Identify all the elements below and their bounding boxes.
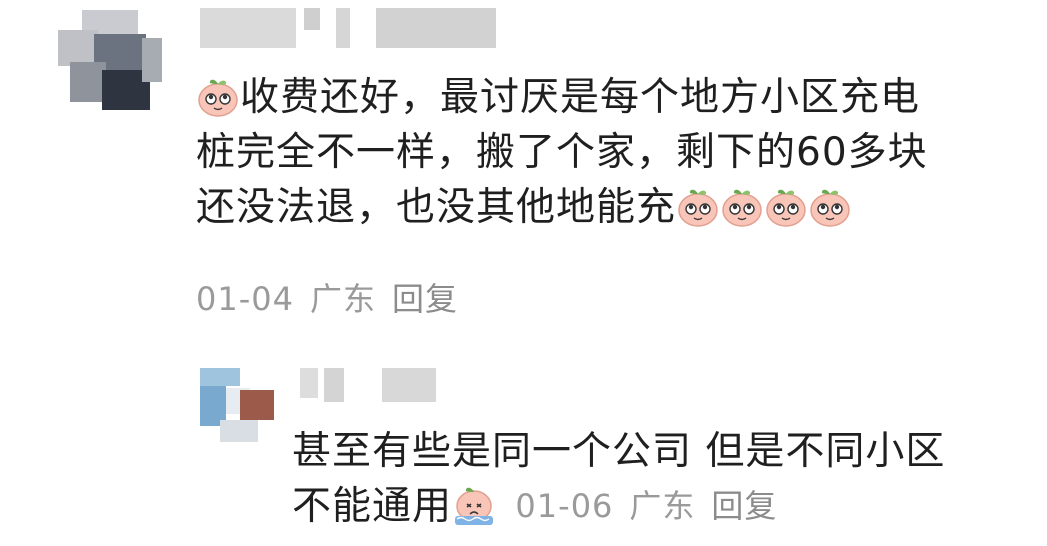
reply-date: 01-06 <box>515 487 614 525</box>
reply-location: 广东 <box>629 487 696 525</box>
peach-face-emoji <box>721 185 763 227</box>
reply-button[interactable]: 回复 <box>711 487 777 525</box>
reply-line-1: 甚至有些是同一个公司 但是不同小区 <box>292 429 946 474</box>
avatar-blur-block <box>70 62 106 102</box>
avatar-blur-block <box>220 420 258 442</box>
username-blurred[interactable] <box>300 368 440 402</box>
comment-line-3: 还没法退，也没其他地能充 <box>196 185 677 230</box>
reply-comment: 甚至有些是同一个公司 但是不同小区 不能通用 01-06 广东 回复 <box>0 340 1047 546</box>
avatar-blur-block <box>142 38 162 82</box>
reply-meta: 01-06 广东 回复 <box>515 487 793 525</box>
reply-button[interactable]: 回复 <box>392 280 458 318</box>
avatar-blur-block <box>200 368 240 386</box>
avatar[interactable] <box>58 10 162 114</box>
peach-face-emoji <box>677 185 719 227</box>
avatar[interactable] <box>200 368 274 442</box>
comment-meta: 01-04 广东 回复 <box>196 274 474 320</box>
comment-line-1: 收费还好，最讨厌是每个地方小区充电 <box>240 75 921 120</box>
comment-location: 广东 <box>309 280 376 318</box>
reply-text: 甚至有些是同一个公司 但是不同小区 不能通用 01-06 广东 回复 <box>292 424 945 534</box>
comment-line-2: 桩完全不一样，搬了个家，剩下的60多块 <box>196 130 928 175</box>
peach-face-emoji <box>809 185 851 227</box>
peach-face-emoji <box>765 185 807 227</box>
avatar-blur-block <box>58 30 98 66</box>
crying-peach-emoji <box>453 484 495 526</box>
avatar-blur-block <box>240 390 274 420</box>
comment-text: 收费还好，最讨厌是每个地方小区充电 桩完全不一样，搬了个家，剩下的60多块 还没… <box>196 70 928 235</box>
reply-line-2: 不能通用 <box>292 484 453 529</box>
username-blurred[interactable] <box>200 8 500 50</box>
peach-face-emoji <box>197 75 239 117</box>
comment-date: 01-04 <box>196 280 294 318</box>
comment-1: 收费还好，最讨厌是每个地方小区充电 桩完全不一样，搬了个家，剩下的60多块 还没… <box>0 0 1047 330</box>
